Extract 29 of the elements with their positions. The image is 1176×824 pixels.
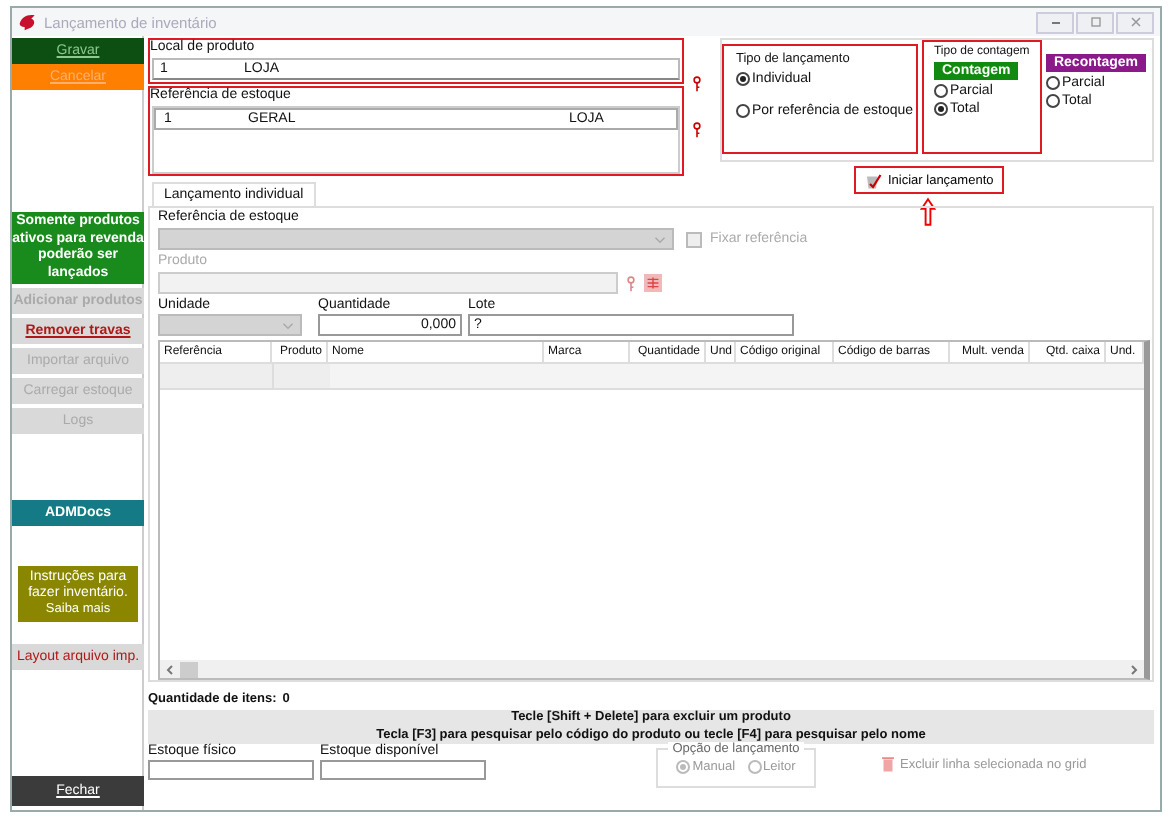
radio-button[interactable] bbox=[735, 72, 750, 86]
radio-button[interactable] bbox=[933, 84, 948, 98]
key-icon[interactable] bbox=[692, 76, 703, 92]
radio-button[interactable] bbox=[1045, 94, 1060, 108]
chevron-down-icon bbox=[282, 321, 294, 329]
chevron-down-icon bbox=[654, 235, 666, 243]
checkbox[interactable] bbox=[686, 231, 702, 247]
key-icon[interactable] bbox=[692, 122, 703, 138]
product-field[interactable] bbox=[158, 272, 618, 294]
scroll-right-icon[interactable] bbox=[1128, 663, 1140, 675]
trash-icon bbox=[882, 756, 894, 772]
physical-stock-field[interactable] bbox=[148, 760, 314, 780]
radio-button[interactable] bbox=[1045, 76, 1060, 90]
bird-icon bbox=[18, 12, 38, 32]
horizontal-scrollbar[interactable] bbox=[160, 660, 1144, 678]
scroll-left-icon[interactable] bbox=[164, 663, 176, 675]
grid-icon[interactable] bbox=[644, 274, 662, 292]
radio-button[interactable] bbox=[933, 102, 948, 116]
maximize-icon bbox=[1085, 16, 1105, 28]
key-icon[interactable] bbox=[626, 275, 636, 291]
up-arrow-icon bbox=[920, 196, 937, 228]
maximize-button[interactable] bbox=[1076, 11, 1114, 33]
scrollbar-thumb[interactable] bbox=[180, 661, 198, 677]
minimize-button[interactable] bbox=[1036, 11, 1074, 33]
available-stock-field[interactable] bbox=[320, 760, 486, 780]
close-icon bbox=[1125, 16, 1145, 28]
close-button[interactable] bbox=[1116, 11, 1154, 33]
radio-button[interactable] bbox=[735, 104, 750, 118]
basket-check-icon bbox=[863, 171, 882, 189]
